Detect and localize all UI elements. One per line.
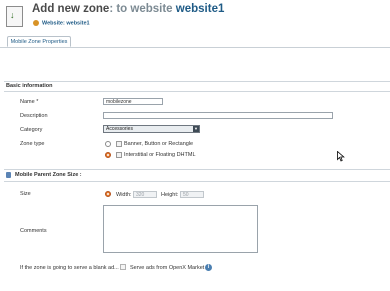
width-label: Width: xyxy=(116,192,132,198)
website-icon xyxy=(33,20,39,26)
zone-type-interstitial-label: Interstitial or Floating DHTML xyxy=(124,152,196,158)
height-label: Height: xyxy=(161,192,179,198)
section-divider xyxy=(4,91,390,92)
interstitial-icon xyxy=(116,152,122,158)
width-input[interactable]: 320 xyxy=(133,191,157,198)
name-label: Name * xyxy=(20,99,39,105)
zone-type-banner-radio[interactable] xyxy=(105,141,111,147)
size-label: Size xyxy=(20,191,31,197)
section-divider xyxy=(4,181,390,182)
tab-bar: Mobile Zone Properties xyxy=(0,36,390,48)
section-divider xyxy=(4,169,390,170)
openx-market-label: Serve ads from OpenX Market xyxy=(130,265,205,271)
chevron-down-icon: ▼ xyxy=(193,126,199,132)
zone-type-label: Zone type xyxy=(20,141,45,147)
section-divider xyxy=(4,81,390,82)
height-input[interactable]: 50 xyxy=(180,191,204,198)
description-label: Description xyxy=(20,113,48,119)
comments-textarea[interactable] xyxy=(103,205,258,253)
info-icon[interactable]: i xyxy=(205,264,212,271)
page-title: Add new zone: to website website1 xyxy=(32,3,224,15)
page-header: ↓ Add new zone: to website website1 Webs… xyxy=(0,0,390,34)
description-input[interactable] xyxy=(103,112,333,119)
comments-label: Comments xyxy=(20,228,47,234)
title-website[interactable]: website1 xyxy=(176,3,225,15)
add-zone-icon: ↓ xyxy=(6,6,23,27)
breadcrumb-website-link[interactable]: website1 xyxy=(66,20,89,26)
title-prefix: Add new zone xyxy=(32,3,110,15)
size-custom-radio[interactable] xyxy=(105,191,111,197)
category-label: Category xyxy=(20,127,43,133)
blank-ad-label: If the zone is going to serve a blank ad… xyxy=(20,265,119,271)
category-value: Accessories xyxy=(106,126,133,132)
zone-type-banner-label: Banner, Button or Rectangle xyxy=(124,141,194,147)
breadcrumb: Website: website1 xyxy=(33,20,90,26)
tab-mobile-zone-properties[interactable]: Mobile Zone Properties xyxy=(7,36,71,47)
openx-market-checkbox[interactable] xyxy=(120,264,126,270)
zone-type-interstitial-radio[interactable] xyxy=(105,152,111,158)
breadcrumb-label: Website: xyxy=(42,20,65,27)
name-input[interactable]: mobilezone xyxy=(103,98,163,105)
basic-info-title: Basic information xyxy=(6,83,53,89)
title-middle: : to website xyxy=(109,3,173,15)
category-select[interactable]: Accessories ▼ xyxy=(103,125,200,133)
banner-icon xyxy=(116,141,122,147)
mobile-icon xyxy=(6,172,11,178)
mobile-zone-size-title: Mobile Parent Zone Size : xyxy=(15,172,82,178)
